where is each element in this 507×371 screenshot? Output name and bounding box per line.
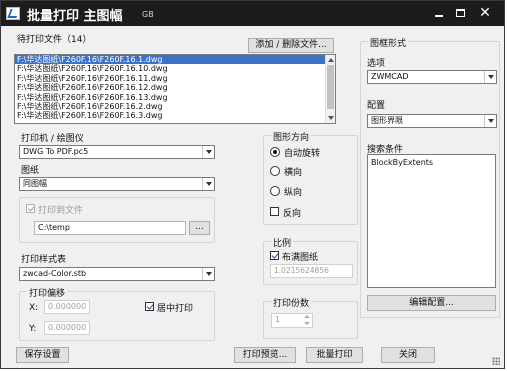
file-list-item[interactable]: F:\华达图纸\F260F.16\F260F.16.10.dwg: [15, 64, 326, 73]
scale-label: 比例: [271, 236, 294, 249]
batch-print-button[interactable]: 批量打印: [306, 347, 363, 363]
file-list-item[interactable]: F:\华达图纸\F260F.16\F260F.16.3.dwg: [15, 111, 326, 120]
center-print-checkbox[interactable]: [145, 302, 154, 311]
config-value: 图形界限: [371, 116, 403, 125]
app-icon: [6, 7, 20, 20]
maximize-button[interactable]: [451, 5, 471, 21]
print-offset-label: 打印偏移: [27, 286, 68, 299]
printer-select[interactable]: DWG To PDF.pc5: [19, 145, 215, 159]
copies-input[interactable]: 1: [271, 313, 313, 328]
search-condition-value: BlockByExtents: [371, 158, 434, 167]
offset-y-label: Y:: [29, 324, 37, 334]
paper-label: 图纸: [21, 166, 40, 176]
reverse-checkbox[interactable]: [270, 207, 279, 216]
window-title: 批量打印 主图幅: [27, 9, 123, 24]
orientation-option-label: 横向: [284, 168, 303, 178]
pending-files-label: 待打印文件（14）: [17, 35, 92, 45]
search-condition-textarea[interactable]: BlockByExtents: [367, 154, 496, 288]
fit-to-paper-label: 布满图纸: [282, 253, 319, 263]
file-list-item[interactable]: F:\华达图纸\F260F.16\F260F.16.1.dwg: [15, 55, 326, 65]
scale-group: 比例 布满图纸 1.0215624856: [263, 236, 358, 285]
frame-option-value: ZWMCAD: [371, 72, 409, 81]
orientation-radio[interactable]: [270, 186, 280, 196]
style-table-select[interactable]: zwcad-Color.stb: [19, 267, 215, 281]
copies-stepper-icon[interactable]: [303, 315, 311, 325]
scale-input[interactable]: 1.0215624856: [270, 264, 353, 278]
frame-form-label: 图框形式: [368, 36, 409, 49]
orientation-group: 图形方向 自动旋转横向纵向 反向: [263, 130, 358, 225]
orientation-option-label: 纵向: [284, 188, 303, 198]
print-to-file-group: 打印到文件 C:\temp ...: [19, 197, 215, 243]
file-list-scrollbar[interactable]: [325, 55, 335, 123]
orientation-radio[interactable]: [270, 147, 280, 157]
close-dialog-button[interactable]: 关闭: [381, 347, 435, 363]
config-label: 配置: [367, 101, 386, 111]
window-title-suffix: GB: [142, 10, 154, 19]
chevron-down-icon: [202, 178, 214, 190]
chevron-down-icon: [484, 71, 496, 83]
batch-print-dialog: 批量打印 主图幅 GB ✕ 待打印文件（14） 添加 / 删除文件... F:\…: [0, 0, 505, 369]
copies-label: 打印份数: [271, 296, 312, 309]
style-table-value: zwcad-Color.stb: [23, 269, 87, 278]
file-list[interactable]: F:\华达图纸\F260F.16\F260F.16.1.dwg F:\华达图纸\F…: [14, 54, 336, 124]
minimize-icon: [435, 15, 443, 17]
center-print-label: 居中打印: [157, 304, 194, 314]
file-list-item[interactable]: F:\华达图纸\F260F.16\F260F.16.13.dwg: [15, 93, 326, 102]
printer-value: DWG To PDF.pc5: [23, 147, 89, 156]
offset-x-label: X:: [29, 303, 39, 313]
config-select[interactable]: 图形界限: [367, 114, 497, 128]
orientation-label: 图形方向: [271, 130, 312, 143]
print-path-input[interactable]: C:\temp: [34, 221, 186, 235]
title-bar[interactable]: 批量打印 主图幅 GB ✕: [1, 1, 504, 26]
offset-y-input[interactable]: 0.000000: [44, 321, 90, 335]
add-remove-files-button[interactable]: 添加 / 删除文件...: [248, 38, 334, 53]
paper-select[interactable]: 同图幅: [19, 177, 215, 191]
orientation-option-label: 自动旋转: [284, 149, 321, 159]
close-icon: ✕: [479, 5, 491, 21]
offset-x-input[interactable]: 0.000000: [44, 300, 90, 314]
paper-value: 同图幅: [23, 179, 47, 188]
chevron-down-icon: [202, 146, 214, 158]
browse-button[interactable]: ...: [189, 221, 210, 235]
frame-option-label: 选项: [367, 59, 386, 69]
resize-grip-icon[interactable]: [492, 357, 500, 365]
edit-config-button[interactable]: 编辑配置...: [367, 295, 496, 311]
print-to-file-label: 打印到文件: [38, 206, 84, 216]
fit-to-paper-checkbox[interactable]: [270, 251, 279, 260]
scroll-thumb[interactable]: [327, 65, 334, 109]
copies-group: 打印份数 1: [263, 296, 358, 339]
printer-label: 打印机 / 绘图仪: [21, 134, 84, 144]
close-window-button[interactable]: ✕: [475, 5, 495, 21]
save-settings-button[interactable]: 保存设置: [16, 347, 69, 363]
print-preview-button[interactable]: 打印预览...: [234, 347, 296, 363]
copies-value: 1: [275, 315, 281, 324]
print-offset-group: 打印偏移 X: 0.000000 Y: 0.000000 居中打印: [19, 286, 215, 341]
file-list-item[interactable]: F:\华达图纸\F260F.16\F260F.16.2.dwg: [15, 102, 326, 111]
scroll-up-icon[interactable]: [328, 58, 334, 62]
print-to-file-checkbox[interactable]: [26, 204, 35, 213]
reverse-label: 反向: [283, 209, 302, 219]
file-list-item[interactable]: F:\华达图纸\F260F.16\F260F.16.12.dwg: [15, 83, 326, 92]
chevron-down-icon: [484, 115, 496, 127]
file-rows: F:\华达图纸\F260F.16\F260F.16.1.dwg F:\华达图纸\F…: [15, 55, 326, 121]
frame-option-select[interactable]: ZWMCAD: [367, 70, 497, 84]
scroll-down-icon[interactable]: [328, 116, 334, 120]
file-list-item[interactable]: F:\华达图纸\F260F.16\F260F.16.11.dwg: [15, 74, 326, 83]
minimize-button[interactable]: [429, 5, 449, 21]
chevron-down-icon: [202, 268, 214, 280]
style-table-label: 打印样式表: [21, 255, 67, 265]
maximize-icon: [456, 9, 465, 17]
orientation-radio[interactable]: [270, 166, 280, 176]
